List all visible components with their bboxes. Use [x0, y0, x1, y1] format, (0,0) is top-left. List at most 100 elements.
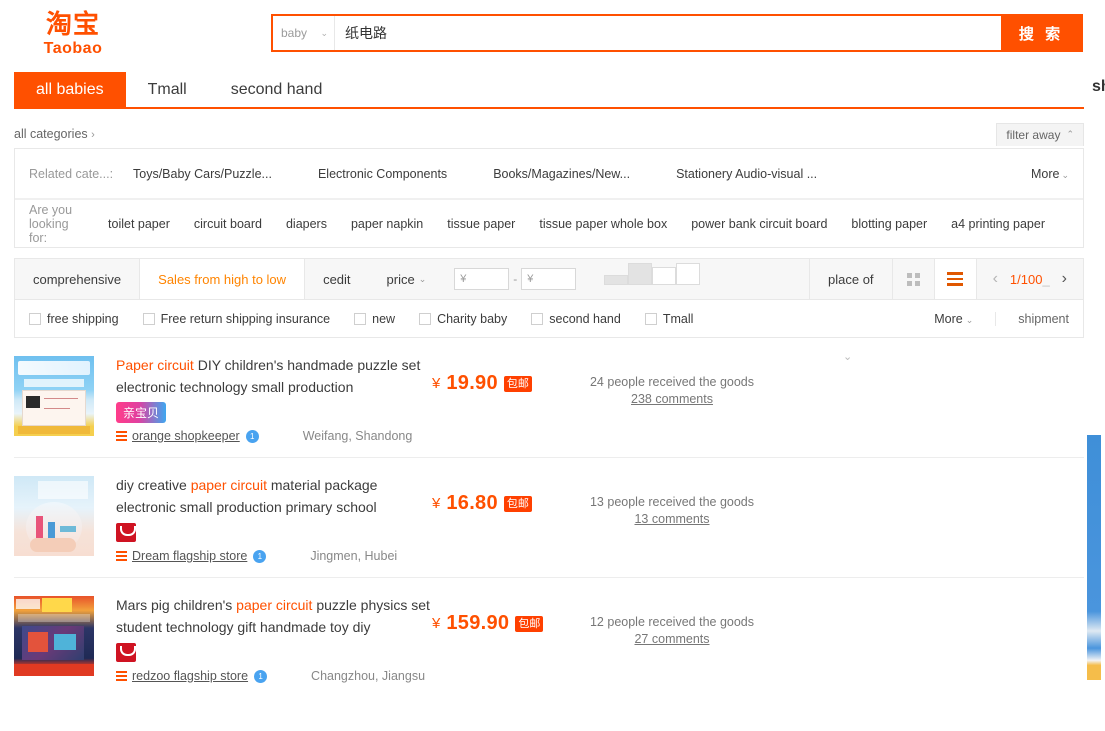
product-title[interactable]: Mars pig children's paper circuit puzzle… — [116, 594, 432, 638]
chevron-right-icon: › — [91, 129, 95, 141]
product-title-prefix: diy creative — [116, 477, 191, 493]
suggestion-a4-printing-paper[interactable]: a4 printing paper — [951, 217, 1045, 231]
tab-tmall[interactable]: Tmall — [126, 72, 209, 107]
suggestion-paper-napkin[interactable]: paper napkin — [351, 217, 423, 231]
tab-second-hand[interactable]: second hand — [209, 72, 345, 107]
filter-away-toggle[interactable]: filter away ⌃ — [996, 122, 1084, 146]
price-value: 159.90 — [446, 612, 510, 634]
list-view-button[interactable] — [933, 259, 976, 299]
sold-count: 12 people received the goods — [589, 615, 754, 629]
product-price-column: ¥ 19.90 包邮 — [432, 350, 582, 443]
comments-link[interactable]: 238 comments — [582, 392, 762, 406]
product-thumbnail[interactable] — [14, 356, 94, 436]
channel-tabs: all babies Tmall second hand — [14, 72, 1084, 109]
shop-location: Jingmen, Hubei — [310, 549, 398, 563]
price-range-filter: ¥ - ¥ — [444, 259, 586, 299]
suggestion-blotting-paper[interactable]: blotting paper — [851, 217, 927, 231]
page-suffix: _ — [1042, 271, 1050, 287]
shipment-filter[interactable]: shipment — [996, 312, 1069, 326]
list-view-icon — [947, 272, 964, 286]
product-info: Mars pig children's paper circuit puzzle… — [116, 590, 432, 683]
page-current: 1/100 — [1009, 271, 1043, 287]
suggestions-row: Are you looking for: toilet paper circui… — [15, 199, 1083, 247]
checkbox-charity-baby[interactable]: Charity baby — [419, 312, 507, 326]
checkbox-second-hand[interactable]: second hand — [531, 312, 621, 326]
related-category-2[interactable]: Books/Magazines/New... — [493, 167, 630, 181]
histogram-bar-1 — [628, 263, 653, 285]
checkbox-free-return-insurance[interactable]: Free return shipping insurance — [142, 312, 330, 326]
side-promo-strip[interactable] — [1087, 435, 1101, 680]
suggestion-circuit-board[interactable]: circuit board — [194, 217, 262, 231]
tab-all-babies[interactable]: all babies — [14, 72, 126, 107]
histogram-bar-3 — [676, 263, 701, 285]
taobao-logo[interactable]: 淘宝 Taobao — [28, 10, 118, 58]
related-categories-row: Related cate...: Toys/Baby Cars/Puzzle..… — [15, 149, 1083, 199]
search-category-selector[interactable]: baby ⌄ — [273, 16, 335, 50]
free-shipping-badge: 包邮 — [503, 495, 532, 512]
checkbox-label: second hand — [549, 311, 621, 326]
product-item[interactable]: Paper circuit DIY children's handmade pu… — [14, 338, 1084, 458]
checkbox-filter-row: free shipping Free return shipping insur… — [15, 299, 1083, 337]
chevron-up-icon: ⌃ — [1066, 129, 1074, 139]
suggestion-toilet-paper[interactable]: toilet paper — [108, 217, 170, 231]
checkbox-free-shipping[interactable]: free shipping — [29, 312, 119, 326]
free-shipping-badge: 包邮 — [515, 615, 544, 632]
pagination: ‹ 1/100_ › — [975, 259, 1083, 299]
shop-row: orange shopkeeper 1 Weifang, Shandong — [116, 429, 432, 443]
shop-name[interactable]: redzoo flagship store — [132, 669, 248, 683]
shop-row: Dream flagship store 1 Jingmen, Hubei — [116, 549, 432, 563]
currency-symbol: ¥ — [432, 495, 441, 512]
place-of-origin-filter[interactable]: place of — [809, 259, 892, 299]
related-categories-label: Related cate...: — [29, 166, 114, 181]
logo-chinese-text: 淘宝 — [45, 10, 100, 40]
shop-menu-icon — [116, 671, 127, 681]
product-item[interactable]: Mars pig children's paper circuit puzzle… — [14, 578, 1084, 697]
checkbox-more-button[interactable]: More ⌄ — [934, 311, 997, 326]
sort-sales-high-to-low[interactable]: Sales from high to low — [140, 259, 306, 299]
suggestion-power-bank-circuit-board[interactable]: power bank circuit board — [691, 217, 827, 231]
shop-menu-icon — [116, 431, 127, 441]
shop-name[interactable]: Dream flagship store — [132, 549, 247, 563]
product-title[interactable]: Paper circuit DIY children's handmade pu… — [116, 354, 432, 398]
grid-view-button[interactable] — [891, 259, 934, 299]
product-thumbnail[interactable] — [14, 476, 94, 556]
price-value: 19.90 — [446, 372, 498, 394]
suggestion-diapers[interactable]: diapers — [286, 217, 327, 231]
price-max-input[interactable]: ¥ — [521, 268, 577, 290]
comments-link[interactable]: 27 comments — [582, 632, 762, 646]
taobao-search-page: 淘宝 Taobao baby ⌄ 搜 索 all babies Tmall se… — [0, 0, 1105, 731]
comments-link[interactable]: 13 comments — [582, 512, 762, 526]
prev-page-button[interactable]: ‹ — [989, 270, 1002, 288]
sort-credit[interactable]: cedit — [305, 259, 368, 299]
all-categories-link[interactable]: all categories › — [14, 127, 95, 141]
search-input[interactable] — [335, 16, 1001, 50]
product-stats-column: 13 people received the goods 13 comments — [582, 470, 762, 563]
related-categories-more[interactable]: More ⌄ — [1031, 167, 1069, 181]
price-histogram-slider[interactable] — [604, 259, 701, 285]
sort-comprehensive[interactable]: comprehensive — [15, 259, 141, 299]
chevron-down-icon: ⌄ — [320, 27, 328, 38]
product-title-highlight: paper circuit — [236, 597, 313, 613]
sort-price[interactable]: price ⌄ — [369, 259, 445, 299]
checkbox-tmall[interactable]: Tmall — [644, 311, 694, 326]
price-min-input[interactable]: ¥ — [454, 268, 510, 290]
checkbox-label: Tmall — [662, 311, 694, 326]
product-thumbnail[interactable] — [14, 596, 94, 676]
suggestion-tissue-paper-whole-box[interactable]: tissue paper whole box — [539, 217, 667, 231]
next-page-button[interactable]: › — [1058, 270, 1071, 288]
suggestion-tissue-paper[interactable]: tissue paper — [447, 217, 515, 231]
checkbox-label: new — [372, 311, 396, 326]
shop-name[interactable]: orange shopkeeper — [132, 429, 240, 443]
checkbox-new[interactable]: new — [354, 312, 395, 326]
category-header-row: all categories › filter away ⌃ — [14, 120, 1084, 148]
search-button[interactable]: 搜 索 — [1001, 16, 1081, 50]
all-categories-label: all categories — [14, 127, 88, 141]
related-category-3[interactable]: Stationery Audio-visual ... — [676, 167, 817, 181]
checkbox-icon — [644, 312, 657, 325]
product-item[interactable]: diy creative paper circuit material pack… — [14, 458, 1084, 578]
product-title[interactable]: diy creative paper circuit material pack… — [116, 474, 432, 518]
related-category-1[interactable]: Electronic Components — [318, 167, 447, 181]
related-category-0[interactable]: Toys/Baby Cars/Puzzle... — [133, 167, 272, 181]
product-price: ¥ 19.90 包邮 — [432, 372, 582, 395]
checkbox-icon — [419, 312, 432, 325]
